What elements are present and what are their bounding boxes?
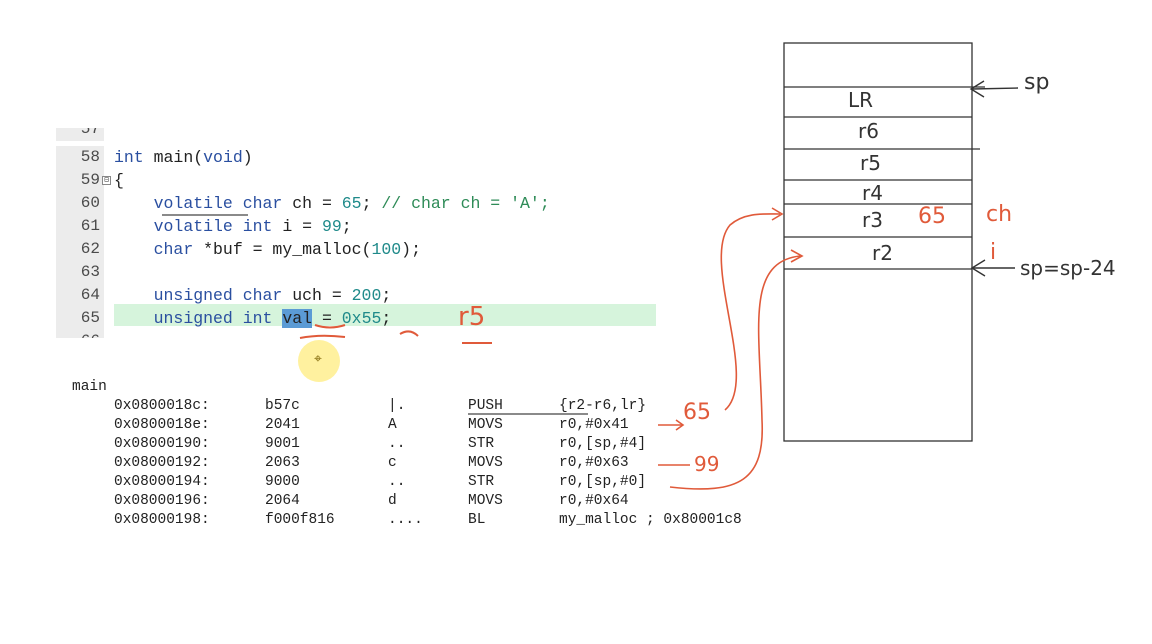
stack-slot-r4: r4	[862, 181, 883, 205]
stack-slot-r2: r2	[872, 241, 893, 265]
stack-slot-lr: LR	[848, 88, 874, 112]
push-note: 65	[683, 400, 711, 425]
sp-arrow-icon	[969, 80, 1019, 98]
stack-slot-r3: r3	[862, 208, 883, 232]
r3-value-note: 65	[918, 204, 946, 229]
i-note: i	[990, 240, 997, 265]
push-arrow	[658, 207, 784, 431]
stack-slot-r5: r5	[860, 151, 881, 175]
sp-label: sp	[1024, 70, 1050, 95]
sp-new-label: sp=sp-24	[1020, 256, 1116, 280]
val-register-note: r5	[458, 302, 486, 332]
ch-note: ch	[986, 202, 1013, 227]
annotation-layer	[162, 42, 1019, 490]
movs-note: 99	[694, 452, 720, 476]
movs-arrow	[658, 249, 804, 490]
stack-slot-r6: r6	[858, 119, 879, 143]
code-strike-marks	[162, 214, 588, 415]
